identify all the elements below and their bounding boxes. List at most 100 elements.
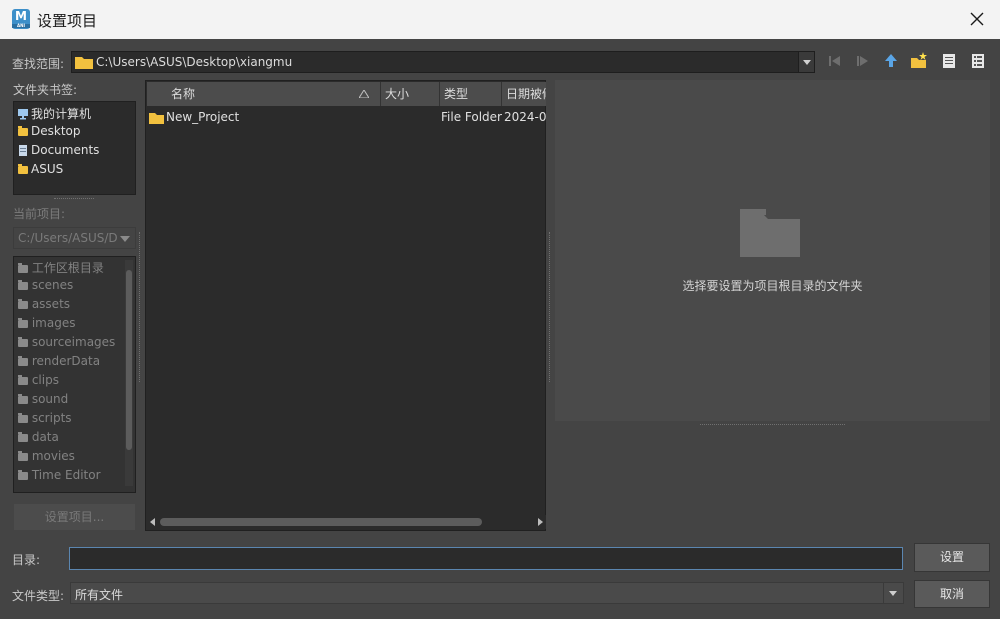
project-folder-item: data bbox=[18, 430, 59, 448]
list-view-icon bbox=[943, 54, 955, 68]
column-header-name[interactable]: 名称 bbox=[147, 82, 381, 106]
scroll-right-icon[interactable] bbox=[538, 518, 543, 526]
folder-icon bbox=[18, 431, 28, 442]
preview-resize-grip[interactable] bbox=[700, 424, 845, 426]
back-button[interactable] bbox=[825, 51, 845, 71]
look-in-combobox[interactable]: C:\Users\ASUS\Desktop\xiangmu bbox=[71, 51, 815, 73]
bookmarks-list: 我的计算机 Desktop Documents ASUS bbox=[13, 101, 136, 195]
bookmarks-resize-grip[interactable] bbox=[54, 198, 94, 200]
bookmark-desktop[interactable]: Desktop bbox=[18, 124, 81, 142]
left-panel-resize-grip[interactable] bbox=[139, 232, 143, 382]
folder-icon bbox=[18, 355, 28, 366]
folder-icon bbox=[18, 262, 28, 273]
app-icon-sub: ANI bbox=[12, 24, 30, 28]
directory-input[interactable] bbox=[69, 547, 903, 570]
project-folder-label: Time Editor bbox=[31, 468, 101, 482]
preview-panel: 选择要设置为项目根目录的文件夹 bbox=[555, 80, 990, 421]
project-folder-label: 工作区根目录 bbox=[31, 261, 104, 275]
folder-icon bbox=[18, 412, 28, 423]
look-in-dropdown-arrow[interactable] bbox=[798, 52, 814, 72]
project-folder-label: images bbox=[31, 316, 76, 330]
file-list: 名称 大小 类型 日期被修 New_Project File Folder 20… bbox=[145, 80, 546, 531]
project-folder-item: sourceimages bbox=[18, 335, 115, 353]
folder-icon bbox=[18, 374, 28, 385]
folder-icon bbox=[18, 163, 28, 174]
cancel-button[interactable]: 取消 bbox=[914, 580, 990, 608]
set-project-button[interactable]: 设置项目... bbox=[13, 503, 136, 531]
center-panel-resize-grip[interactable] bbox=[549, 232, 553, 382]
project-folder-label: scripts bbox=[31, 411, 72, 425]
list-view-button[interactable] bbox=[939, 51, 959, 71]
title-bar: M ANI 设置项目 bbox=[0, 0, 1000, 39]
project-folder-label: renderData bbox=[31, 354, 101, 368]
project-folder-item: scenes bbox=[18, 278, 73, 296]
forward-button[interactable] bbox=[853, 51, 873, 71]
set-button[interactable]: 设置 bbox=[914, 543, 990, 572]
detail-view-icon bbox=[972, 54, 984, 68]
project-folder-item: clips bbox=[18, 373, 59, 391]
bookmark-documents[interactable]: Documents bbox=[18, 143, 99, 161]
look-in-label: 查找范围: bbox=[12, 57, 65, 71]
folder-icon bbox=[18, 298, 28, 309]
project-folder-item: renderData bbox=[18, 354, 100, 372]
bookmark-asus[interactable]: ASUS bbox=[18, 162, 63, 180]
project-folder-label: movies bbox=[31, 449, 75, 463]
folder-icon bbox=[75, 57, 93, 69]
file-list-hscrollbar[interactable] bbox=[147, 515, 546, 529]
current-project-path: C:/Users/ASUS/D bbox=[18, 231, 118, 245]
back-icon bbox=[829, 56, 840, 66]
file-type-value: 所有文件 bbox=[75, 588, 124, 602]
detail-view-button[interactable] bbox=[968, 51, 988, 71]
bookmark-label: Documents bbox=[31, 143, 100, 157]
close-button[interactable] bbox=[962, 5, 992, 33]
up-folder-button[interactable] bbox=[881, 51, 901, 71]
project-folder-label: assets bbox=[31, 297, 71, 311]
window-title: 设置项目 bbox=[37, 12, 98, 30]
chevron-down-icon bbox=[803, 60, 811, 65]
new-folder-button[interactable] bbox=[909, 51, 929, 71]
column-header-size[interactable]: 大小 bbox=[381, 82, 440, 106]
up-folder-icon bbox=[885, 54, 897, 67]
folder-icon bbox=[18, 393, 28, 404]
bookmark-my-computer[interactable]: 我的计算机 bbox=[18, 105, 91, 123]
folder-icon bbox=[18, 469, 28, 480]
folder-icon bbox=[149, 113, 164, 124]
project-folder-label: scenes bbox=[31, 278, 74, 292]
bookmarks-label: 文件夹书签: bbox=[13, 83, 78, 97]
folder-icon bbox=[18, 317, 28, 328]
column-header-date[interactable]: 日期被修 bbox=[502, 82, 546, 106]
file-date: 2024-04 bbox=[504, 110, 546, 124]
directory-label: 目录: bbox=[12, 553, 41, 567]
project-folder-label: sound bbox=[31, 392, 69, 406]
project-list-scroll-thumb[interactable] bbox=[126, 270, 132, 450]
project-list-scrollbar[interactable] bbox=[125, 260, 133, 486]
folder-icon bbox=[18, 336, 28, 347]
current-project-label: 当前项目: bbox=[13, 207, 66, 221]
file-row-new-project[interactable]: New_Project File Folder 2024-04 bbox=[147, 109, 546, 127]
preview-message: 选择要设置为项目根目录的文件夹 bbox=[682, 279, 863, 293]
file-type-dropdown-arrow[interactable] bbox=[883, 583, 903, 603]
chevron-down-icon bbox=[120, 236, 130, 242]
sort-ascending-icon bbox=[359, 90, 369, 98]
app-icon-letter: M bbox=[15, 9, 27, 23]
project-folder-item: Time Editor bbox=[18, 468, 101, 486]
bookmark-label: ASUS bbox=[31, 162, 64, 176]
folder-icon bbox=[18, 450, 28, 461]
scroll-left-icon[interactable] bbox=[150, 518, 155, 526]
bookmark-label: Desktop bbox=[31, 124, 81, 138]
project-folder-item: sound bbox=[18, 392, 68, 410]
column-header-type[interactable]: 类型 bbox=[440, 82, 502, 106]
file-type-combobox[interactable]: 所有文件 bbox=[70, 582, 904, 604]
new-folder-icon bbox=[911, 52, 927, 68]
project-folder-item: 工作区根目录 bbox=[18, 259, 104, 277]
forward-icon bbox=[857, 56, 868, 66]
project-folder-label: data bbox=[31, 430, 59, 444]
project-folder-item: assets bbox=[18, 297, 70, 315]
current-project-combobox[interactable]: C:/Users/ASUS/D bbox=[13, 227, 136, 249]
maya-app-icon: M ANI bbox=[12, 9, 30, 29]
project-folder-item: scripts bbox=[18, 411, 72, 429]
close-icon bbox=[970, 12, 984, 26]
column-header-label: 名称 bbox=[171, 87, 196, 101]
folder-icon bbox=[18, 279, 28, 290]
file-list-scroll-thumb[interactable] bbox=[160, 518, 482, 526]
